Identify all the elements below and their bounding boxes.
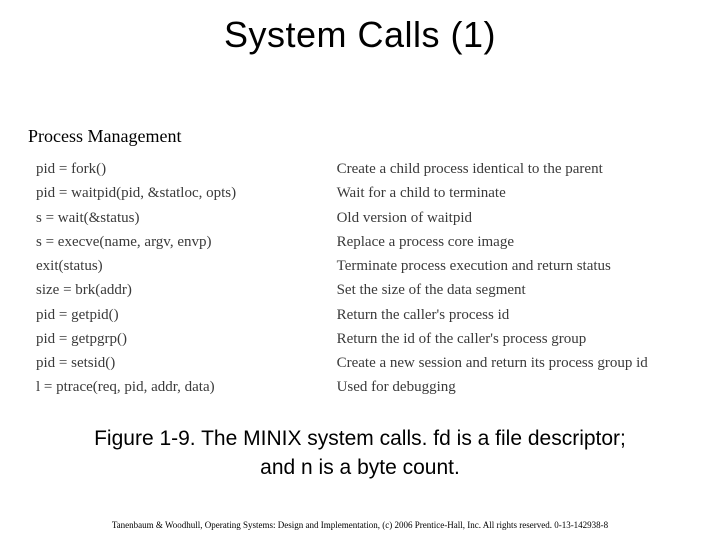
section-subtitle: Process Management bbox=[0, 126, 720, 147]
table-row: s = wait(&status) Old version of waitpid bbox=[32, 206, 700, 230]
syscall-cell: l = ptrace(req, pid, addr, data) bbox=[32, 375, 333, 399]
table-row: pid = getpid() Return the caller's proce… bbox=[32, 303, 700, 327]
desc-cell: Create a child process identical to the … bbox=[333, 157, 700, 181]
table-row: pid = getpgrp() Return the id of the cal… bbox=[32, 327, 700, 351]
table-row: s = execve(name, argv, envp) Replace a p… bbox=[32, 230, 700, 254]
desc-cell: Old version of waitpid bbox=[333, 206, 700, 230]
syscall-cell: size = brk(addr) bbox=[32, 278, 333, 302]
table-row: pid = fork() Create a child process iden… bbox=[32, 157, 700, 181]
caption-line: Figure 1-9. The MINIX system calls. fd i… bbox=[94, 427, 626, 450]
table-row: l = ptrace(req, pid, addr, data) Used fo… bbox=[32, 375, 700, 399]
syscall-cell: pid = getpid() bbox=[32, 303, 333, 327]
syscall-cell: exit(status) bbox=[32, 254, 333, 278]
desc-cell: Return the id of the caller's process gr… bbox=[333, 327, 700, 351]
desc-cell: Terminate process execution and return s… bbox=[333, 254, 700, 278]
table-row: pid = setsid() Create a new session and … bbox=[32, 351, 700, 375]
desc-cell: Replace a process core image bbox=[333, 230, 700, 254]
desc-cell: Return the caller's process id bbox=[333, 303, 700, 327]
syscall-cell: s = execve(name, argv, envp) bbox=[32, 230, 333, 254]
desc-cell: Set the size of the data segment bbox=[333, 278, 700, 302]
table-row: pid = waitpid(pid, &statloc, opts) Wait … bbox=[32, 181, 700, 205]
figure-caption: Figure 1-9. The MINIX system calls. fd i… bbox=[0, 425, 720, 482]
desc-cell: Create a new session and return its proc… bbox=[333, 351, 700, 375]
page-title: System Calls (1) bbox=[0, 0, 720, 56]
syscall-cell: pid = getpgrp() bbox=[32, 327, 333, 351]
syscall-cell: pid = fork() bbox=[32, 157, 333, 181]
syscall-cell: s = wait(&status) bbox=[32, 206, 333, 230]
slide: System Calls (1) Process Management pid … bbox=[0, 0, 720, 540]
syscall-cell: pid = waitpid(pid, &statloc, opts) bbox=[32, 181, 333, 205]
table-row: size = brk(addr) Set the size of the dat… bbox=[32, 278, 700, 302]
syscall-table-wrap: pid = fork() Create a child process iden… bbox=[0, 157, 720, 400]
syscall-table: pid = fork() Create a child process iden… bbox=[32, 157, 700, 400]
syscall-cell: pid = setsid() bbox=[32, 351, 333, 375]
table-row: exit(status) Terminate process execution… bbox=[32, 254, 700, 278]
footer-copyright: Tanenbaum & Woodhull, Operating Systems:… bbox=[0, 520, 720, 530]
desc-cell: Used for debugging bbox=[333, 375, 700, 399]
desc-cell: Wait for a child to terminate bbox=[333, 181, 700, 205]
caption-line: and n is a byte count. bbox=[260, 456, 460, 479]
